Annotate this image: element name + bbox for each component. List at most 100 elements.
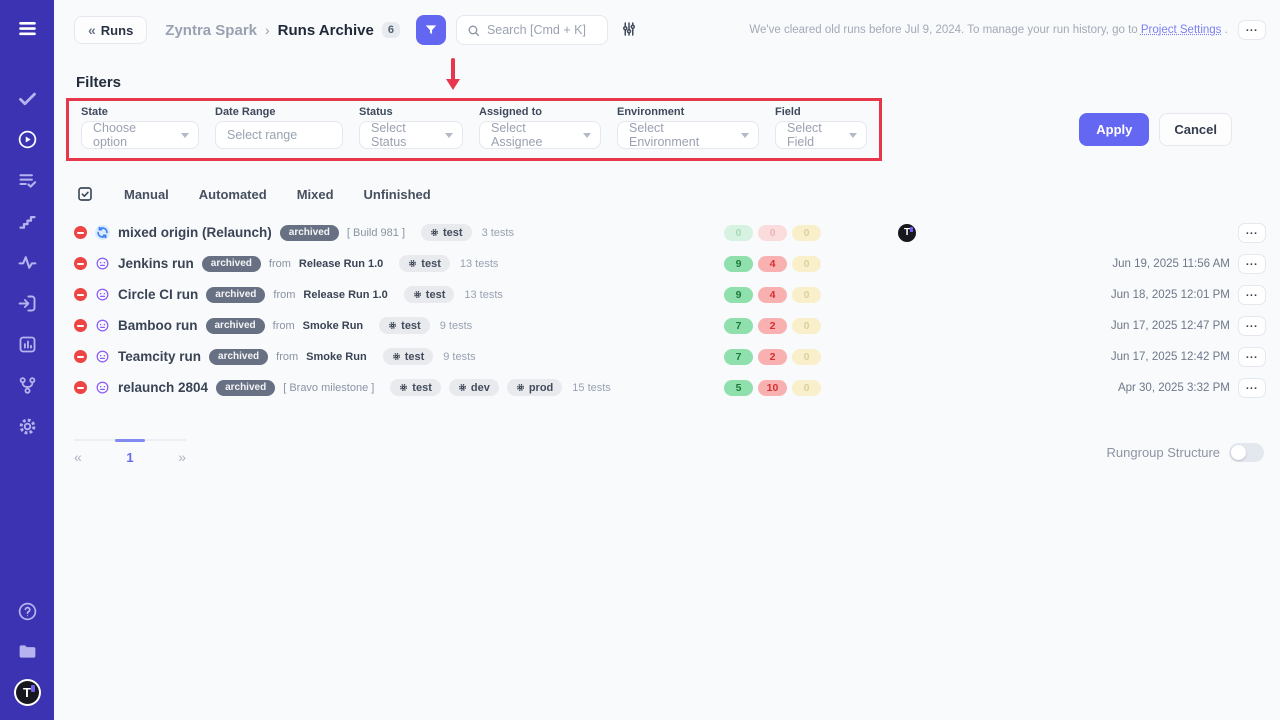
pulse-activity-icon[interactable]	[15, 250, 39, 274]
breadcrumb-project[interactable]: Zyntra Spark	[165, 22, 257, 39]
search-input[interactable]	[487, 23, 597, 37]
filter-label: Date Range	[215, 106, 343, 118]
tag-label: test	[421, 258, 441, 270]
archived-badge: archived	[216, 380, 275, 396]
run-name[interactable]: relaunch 2804	[118, 380, 208, 395]
run-row: Circle CI run archived from Release Run …	[54, 279, 1280, 310]
search-box[interactable]	[456, 15, 608, 45]
folder-icon[interactable]	[15, 639, 39, 663]
menu-icon[interactable]	[15, 16, 39, 40]
plans-list-check-icon[interactable]	[15, 168, 39, 192]
pagination-page-1[interactable]: 1	[126, 450, 133, 465]
filters-title: Filters	[76, 74, 1264, 91]
select-all-checkbox-icon[interactable]	[76, 185, 94, 203]
run-more-button[interactable]: ...	[1238, 223, 1266, 243]
tab-unfinished[interactable]: Unfinished	[364, 187, 431, 202]
app-logo[interactable]: T	[14, 679, 41, 706]
tests-check-icon[interactable]	[15, 86, 39, 110]
chevrons-left-icon: «	[88, 22, 94, 38]
apply-button[interactable]: Apply	[1079, 113, 1149, 146]
back-to-runs-button[interactable]: « Runs	[74, 16, 147, 44]
analytics-bar-chart-icon[interactable]	[15, 332, 39, 356]
rungroup-structure-toggle[interactable]	[1229, 443, 1264, 462]
run-name[interactable]: Bamboo run	[118, 318, 198, 333]
run-row: Teamcity run archived from Smoke Run tes…	[54, 341, 1280, 372]
filter-label: Environment	[617, 106, 759, 118]
pagination-prev-button[interactable]: «	[74, 449, 82, 465]
run-name[interactable]: Jenkins run	[118, 256, 194, 271]
remove-minus-icon[interactable]	[74, 226, 87, 239]
select-placeholder: Select Status	[371, 121, 435, 149]
select-placeholder: Select Field	[787, 121, 839, 149]
field-select[interactable]: Select Field	[775, 121, 867, 149]
run-more-button[interactable]: ...	[1238, 254, 1266, 274]
run-tests-count: 9 tests	[443, 351, 475, 363]
run-tests-count: 13 tests	[464, 289, 503, 301]
project-settings-link[interactable]: Project Settings	[1141, 24, 1222, 36]
run-tag: dev	[449, 379, 499, 396]
run-date: Jun 18, 2025 12:01 PM	[982, 289, 1238, 301]
skipped-count: 0	[792, 380, 821, 396]
run-more-button[interactable]: ...	[1238, 285, 1266, 305]
cancel-button[interactable]: Cancel	[1159, 113, 1232, 146]
state-select[interactable]: Choose option	[81, 121, 199, 149]
sidebar-bottom: T	[14, 599, 41, 706]
gear-icon	[430, 228, 439, 237]
tab-mixed[interactable]: Mixed	[297, 187, 334, 202]
run-date: Jun 17, 2025 12:47 PM	[982, 320, 1238, 332]
remove-minus-icon[interactable]	[74, 350, 87, 363]
import-icon[interactable]	[15, 291, 39, 315]
environment-select[interactable]: Select Environment	[617, 121, 759, 149]
run-name[interactable]: Teamcity run	[118, 349, 201, 364]
back-label: Runs	[101, 23, 134, 38]
tab-manual[interactable]: Manual	[124, 187, 169, 202]
select-placeholder: Select Environment	[629, 121, 731, 149]
settings-gear-icon[interactable]	[15, 414, 39, 438]
remove-minus-icon[interactable]	[74, 257, 87, 270]
remove-minus-icon[interactable]	[74, 319, 87, 332]
run-more-button[interactable]: ...	[1238, 378, 1266, 398]
tab-automated[interactable]: Automated	[199, 187, 267, 202]
run-date: Jun 17, 2025 12:42 PM	[982, 351, 1238, 363]
status-select[interactable]: Select Status	[359, 121, 463, 149]
breadcrumb-separator: ›	[265, 22, 270, 38]
adjustments-sliders-icon[interactable]	[618, 19, 640, 41]
branch-git-fork-icon[interactable]	[15, 373, 39, 397]
sidebar-nav	[15, 86, 39, 438]
run-milestone-meta: [ Bravo milestone ]	[283, 382, 374, 394]
failed-count: 2	[758, 349, 787, 365]
run-more-button[interactable]: ...	[1238, 316, 1266, 336]
remove-minus-icon[interactable]	[74, 288, 87, 301]
run-result-counts: 9 4 0	[724, 256, 832, 272]
archived-badge: archived	[209, 349, 268, 365]
run-date: Jun 19, 2025 11:56 AM	[982, 258, 1238, 270]
run-row: Bamboo run archived from Smoke Run test …	[54, 310, 1280, 341]
run-more-button[interactable]: ...	[1238, 347, 1266, 367]
pagination-next-button[interactable]: »	[178, 449, 186, 465]
filter-funnel-button[interactable]	[416, 15, 446, 45]
chevron-down-icon	[849, 133, 857, 138]
remove-minus-icon[interactable]	[74, 381, 87, 394]
tag-label: prod	[529, 382, 553, 394]
runs-play-circle-icon[interactable]	[15, 127, 39, 151]
select-placeholder: Select range	[227, 128, 297, 142]
tag-label: test	[426, 289, 446, 301]
run-tests-count: 15 tests	[572, 382, 611, 394]
passed-count: 7	[724, 349, 753, 365]
passed-count: 7	[724, 318, 753, 334]
header-more-button[interactable]: ...	[1238, 20, 1266, 40]
run-build-meta: [ Build 981 ]	[347, 227, 405, 239]
main-area: « Runs Zyntra Spark › Runs Archive 6 We'…	[54, 0, 1280, 465]
run-result-counts: 0 0 0	[724, 225, 832, 241]
run-name[interactable]: mixed origin (Relaunch)	[118, 225, 272, 240]
run-result-counts: 7 2 0	[724, 318, 832, 334]
run-row: mixed origin (Relaunch) archived [ Build…	[54, 217, 1280, 248]
help-icon[interactable]	[15, 599, 39, 623]
assignee-select[interactable]: Select Assignee	[479, 121, 601, 149]
passed-count: 9	[724, 256, 753, 272]
date-range-input[interactable]: Select range	[215, 121, 343, 149]
run-name[interactable]: Circle CI run	[118, 287, 198, 302]
run-row: relaunch 2804 archived [ Bravo milestone…	[54, 372, 1280, 403]
archived-badge: archived	[206, 318, 265, 334]
milestones-stairs-icon[interactable]	[15, 209, 39, 233]
